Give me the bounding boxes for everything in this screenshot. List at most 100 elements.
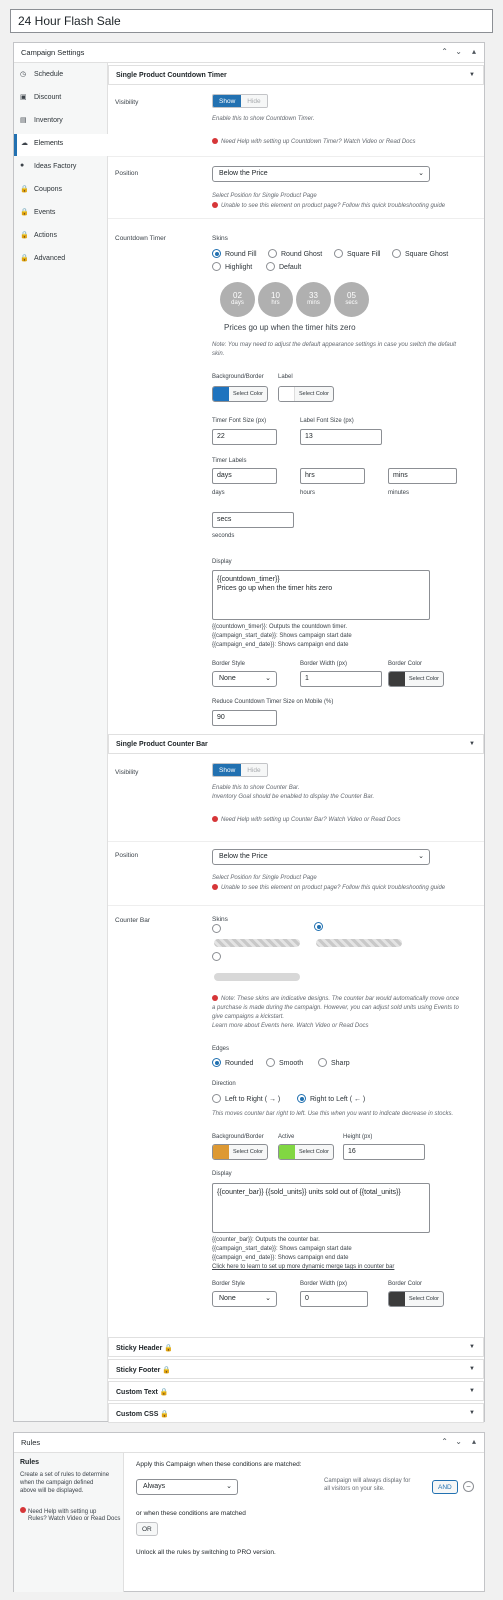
move-down-icon[interactable]: ⌄ [455, 1437, 462, 1446]
label-hrs-input[interactable]: hrs [300, 468, 365, 484]
countdown-visibility-toggle[interactable]: Show Hide [212, 94, 268, 108]
reduce-size-input[interactable]: 90 [212, 710, 277, 726]
countdown-section-header[interactable]: Single Product Countdown Timer ▼ [108, 65, 484, 85]
custom-css-section[interactable]: Custom CSS 🔒 ▼ [108, 1403, 484, 1423]
move-down-icon[interactable]: ⌄ [455, 47, 462, 56]
skin-highlight[interactable]: Highlight [212, 262, 252, 271]
condition-select[interactable]: Always ⌄ [136, 1479, 238, 1495]
chevron-down-icon: ⌄ [418, 853, 424, 860]
money-icon: ▣ [20, 94, 27, 101]
alert-icon [212, 138, 218, 144]
counter-skin-3[interactable] [212, 952, 225, 961]
timer-secs-circle: 05 secs [334, 282, 369, 317]
countdown-help-link[interactable]: Need Help with setting up Countdown Time… [212, 138, 416, 145]
edge-sharp[interactable]: Sharp [318, 1058, 350, 1067]
countdown-display-textarea[interactable]: {{countdown_timer}} Prices go up when the… [212, 570, 430, 620]
counter-bar-row: Counter Bar Skins Note: These skins are … [108, 905, 484, 1333]
label-days-input[interactable]: days [212, 468, 277, 484]
sidebar-item-schedule[interactable]: ◷ Schedule [14, 65, 108, 87]
skin-square-fill[interactable]: Square Fill [334, 249, 380, 258]
alert-icon [212, 884, 218, 890]
countdown-troubleshoot-link[interactable]: Unable to see this element on product pa… [212, 202, 445, 209]
countdown-bg-color-picker[interactable]: Select Color [212, 386, 268, 402]
sidebar-item-actions[interactable]: 🔒 Actions [14, 226, 108, 248]
countdown-timer-row: Countdown Timer Skins Round Fill Round G… [108, 218, 484, 730]
counter-bg-color-picker[interactable]: Select Color [212, 1144, 268, 1160]
merge-tags-link[interactable]: Click here to learn to set up more dynam… [212, 1263, 394, 1271]
countdown-position-row: Position Below the Price ⌄ Select Positio… [108, 156, 484, 218]
label-mins-input[interactable]: mins [388, 468, 457, 484]
chevron-down-icon: ⌄ [226, 1483, 232, 1490]
countdown-position-select[interactable]: Below the Price ⌄ [212, 166, 430, 182]
counter-troubleshoot-link[interactable]: Unable to see this element on product pa… [212, 884, 445, 891]
lock-icon: 🔒 [20, 186, 29, 193]
color-swatch [389, 672, 405, 686]
sidebar-item-events[interactable]: 🔒 Events [14, 203, 108, 225]
counter-display-textarea[interactable]: {{counter_bar}} {{sold_units}} units sol… [212, 1183, 430, 1233]
counter-border-width-input[interactable]: 0 [300, 1291, 368, 1307]
label-font-size-input[interactable]: 13 [300, 429, 382, 445]
collapse-icon[interactable]: ▴ [472, 47, 476, 56]
cloud-icon: ☁ [21, 140, 28, 147]
sidebar-item-inventory[interactable]: ▤ Inventory [14, 111, 108, 133]
alert-icon [212, 202, 218, 208]
skin-round-ghost[interactable]: Round Ghost [268, 249, 322, 258]
sidebar-item-advanced[interactable]: 🔒 Advanced [14, 249, 108, 271]
countdown-label-color-picker[interactable]: Select Color [278, 386, 334, 402]
sidebar-item-coupons[interactable]: 🔒 Coupons [14, 180, 108, 202]
countdown-border-style-select[interactable]: None ⌄ [212, 671, 277, 687]
counter-height-input[interactable]: 16 [343, 1144, 425, 1160]
clipboard-icon: ▤ [20, 117, 27, 124]
edge-rounded[interactable]: Rounded [212, 1058, 253, 1067]
countdown-border-color-picker[interactable]: Select Color [388, 671, 444, 687]
arrow-left-icon: ← [353, 1096, 361, 1103]
campaign-title-input[interactable]: 24 Hour Flash Sale [10, 9, 493, 33]
counter-active-color-picker[interactable]: Select Color [278, 1144, 334, 1160]
remove-condition-icon[interactable]: − [463, 1481, 474, 1492]
timer-days-circle: 02 days [220, 282, 255, 317]
label-secs-input[interactable]: secs [212, 512, 294, 528]
caret-down-icon: ▼ [469, 1366, 475, 1372]
timer-font-size-input[interactable]: 22 [212, 429, 277, 445]
counter-section-header[interactable]: Single Product Counter Bar ▼ [108, 734, 484, 754]
counter-skin-1[interactable] [212, 924, 225, 933]
countdown-border-width-input[interactable]: 1 [300, 671, 382, 687]
sticky-footer-section[interactable]: Sticky Footer 🔒 ▼ [108, 1359, 484, 1379]
lock-icon: 🔒 [164, 1345, 173, 1352]
direction-right-to-left[interactable]: Right to Left ( ← ) [297, 1094, 365, 1103]
rules-header: Rules ⌃ ⌄ ▴ [14, 1433, 484, 1453]
move-up-icon[interactable]: ⌃ [441, 47, 448, 56]
alert-icon [212, 995, 218, 1001]
caret-down-icon: ▼ [469, 1410, 475, 1416]
counter-visibility-toggle[interactable]: Show Hide [212, 763, 268, 777]
alert-icon [212, 816, 218, 822]
sidebar-item-elements[interactable]: ☁ Elements [14, 134, 109, 156]
rules-help-link[interactable]: Rules? Watch Video or Read Docs [28, 1515, 120, 1523]
move-up-icon[interactable]: ⌃ [441, 1437, 448, 1446]
edge-smooth[interactable]: Smooth [266, 1058, 303, 1067]
counter-help-link[interactable]: Need Help with setting up Counter Bar? W… [212, 816, 401, 823]
collapse-icon[interactable]: ▴ [472, 1437, 476, 1446]
counter-border-color-picker[interactable]: Select Color [388, 1291, 444, 1307]
or-button[interactable]: OR [136, 1522, 158, 1536]
counter-visibility-row: Visibility Show Hide Enable this to show … [108, 755, 484, 841]
counter-skin-2[interactable] [314, 922, 327, 931]
direction-left-to-right[interactable]: Left to Right ( → ) [212, 1094, 280, 1103]
sidebar-item-discount[interactable]: ▣ Discount [14, 88, 108, 110]
color-swatch [279, 387, 295, 401]
sticky-header-section[interactable]: Sticky Header 🔒 ▼ [108, 1337, 484, 1357]
events-learn-more-link[interactable]: Learn more about Events here. Watch Vide… [212, 1022, 369, 1030]
sidebar-item-ideas-factory[interactable]: ● Ideas Factory [14, 157, 108, 179]
counter-border-style-select[interactable]: None ⌄ [212, 1291, 277, 1307]
and-button[interactable]: AND [432, 1480, 458, 1494]
caret-down-icon: ▼ [469, 741, 475, 747]
custom-text-section[interactable]: Custom Text 🔒 ▼ [108, 1381, 484, 1401]
lock-icon: 🔒 [20, 255, 29, 262]
skin-square-ghost[interactable]: Square Ghost [392, 249, 448, 258]
rules-sidebar: Rules Create a set of rules to determine… [14, 1453, 124, 1592]
arrow-right-icon: → [268, 1096, 276, 1103]
counter-position-select[interactable]: Below the Price ⌄ [212, 849, 430, 865]
skin-round-fill[interactable]: Round Fill [212, 249, 257, 258]
skin-default[interactable]: Default [266, 262, 301, 271]
color-swatch [279, 1145, 295, 1159]
